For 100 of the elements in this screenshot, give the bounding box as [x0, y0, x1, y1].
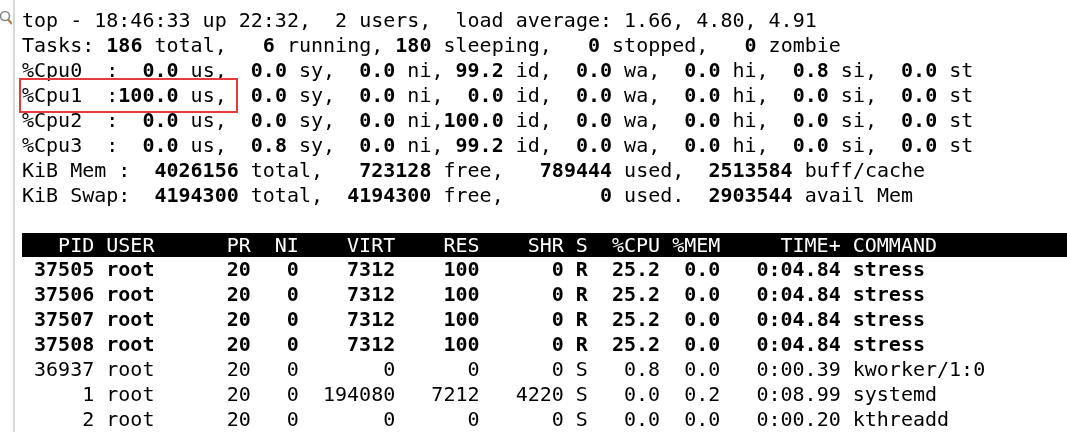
table-cell: 0:04.84: [756, 257, 841, 281]
table-cell: 7312: [347, 332, 396, 356]
table-cell: 4220: [515, 382, 564, 406]
summary-line: %Cpu0 : 0.0 us, 0.0 sy, 0.0 ni, 99.2 id, 0.0 wa, 0.0 hi, 0.8 si, 0.0 st: [22, 58, 974, 82]
column-header: TIME+: [780, 233, 841, 257]
table-cell: 20: [226, 332, 251, 356]
table-cell: 0: [551, 257, 564, 281]
table-cell: stress: [852, 282, 925, 306]
table-cell: 25.2: [611, 307, 661, 331]
table-cell: 0.0: [684, 282, 721, 306]
table-cell: R: [575, 332, 588, 356]
table-cell: 0.0: [684, 332, 721, 356]
table-cell: 194080: [323, 382, 396, 406]
table-cell: 0: [286, 332, 299, 356]
table-cell: 25.2: [611, 332, 661, 356]
table-cell: 0: [467, 357, 480, 381]
table-cell: 1: [82, 382, 95, 406]
table-cell: 0: [551, 407, 564, 431]
table-cell: 0: [551, 332, 564, 356]
table-cell: kworker/1:0: [852, 357, 986, 381]
column-header: PID: [58, 233, 95, 257]
table-cell: 7312: [347, 307, 396, 331]
table-cell: root: [106, 382, 155, 406]
table-cell: 0.8: [624, 357, 661, 381]
search-icon[interactable]: [0, 10, 12, 26]
table-cell: 25.2: [611, 282, 661, 306]
table-cell: 37508: [34, 332, 95, 356]
table-cell: root: [106, 282, 155, 306]
table-cell: 20: [226, 282, 251, 306]
summary-line: %Cpu2 : 0.0 us, 0.0 sy, 0.0 ni,100.0 id, 0.0 wa, 0.0 hi, 0.0 si, 0.0 st: [22, 108, 974, 132]
table-cell: 2: [82, 407, 95, 431]
summary-line: KiB Swap: 4194300 total, 4194300 free, 0 used. 2903544 avail Mem: [22, 183, 914, 207]
table-cell: root: [106, 407, 155, 431]
column-header: NI: [274, 233, 299, 257]
table-cell: 0:00.20: [756, 407, 841, 431]
table-cell: 36937: [34, 357, 95, 381]
column-header: %CPU: [611, 233, 661, 257]
table-cell: 20: [226, 357, 251, 381]
table-cell: 100: [443, 307, 480, 331]
table-cell: 7312: [347, 257, 396, 281]
table-cell: 37507: [34, 307, 95, 331]
column-header: SHR: [527, 233, 564, 257]
table-cell: 0: [551, 282, 564, 306]
table-cell: root: [106, 307, 155, 331]
table-cell: systemd: [852, 382, 938, 406]
uptime-line: top - 18:46:33 up 22:32, 2 users, load average: 1.66, 4.80, 4.91: [22, 8, 817, 32]
table-cell: 7212: [431, 382, 480, 406]
table-cell: 0.0: [684, 307, 721, 331]
table-cell: 0: [383, 357, 396, 381]
summary-line: %Cpu3 : 0.0 us, 0.8 sy, 0.0 ni, 99.2 id, 0.0 wa, 0.0 hi, 0.0 si, 0.0 st: [22, 133, 974, 157]
table-cell: 0.0: [684, 407, 721, 431]
column-header: S: [575, 233, 588, 257]
table-cell: 0:04.84: [756, 332, 841, 356]
table-cell: 20: [226, 382, 251, 406]
table-cell: stress: [852, 257, 925, 281]
table-cell: 0.0: [624, 382, 661, 406]
table-cell: S: [575, 382, 588, 406]
table-cell: 0.0: [624, 407, 661, 431]
table-cell: 20: [226, 407, 251, 431]
table-cell: stress: [852, 332, 925, 356]
table-cell: 20: [226, 257, 251, 281]
table-cell: 0: [467, 407, 480, 431]
table-cell: 0: [286, 282, 299, 306]
table-cell: 0: [286, 382, 299, 406]
table-cell: S: [575, 357, 588, 381]
column-header: %MEM: [672, 233, 721, 257]
table-cell: 0: [286, 407, 299, 431]
table-cell: 0.2: [684, 382, 721, 406]
table-cell: root: [106, 257, 155, 281]
table-cell: R: [575, 307, 588, 331]
table-cell: 0: [286, 357, 299, 381]
summary-line: KiB Mem : 4026156 total, 723128 free, 789444 used, 2513584 buff/cache: [22, 158, 926, 182]
summary-line: %Cpu1 :100.0 us, 0.0 sy, 0.0 ni, 0.0 id, 0.0 wa, 0.0 hi, 0.0 si, 0.0 st: [22, 83, 974, 107]
table-cell: 0.0: [684, 257, 721, 281]
column-header: COMMAND: [852, 233, 938, 257]
column-header: VIRT: [347, 233, 396, 257]
column-header: PR: [226, 233, 251, 257]
table-cell: root: [106, 332, 155, 356]
table-cell: 0:04.84: [756, 282, 841, 306]
table-cell: 0:08.99: [756, 382, 841, 406]
table-cell: 100: [443, 332, 480, 356]
table-cell: root: [106, 357, 155, 381]
table-cell: 0: [286, 307, 299, 331]
table-cell: 25.2: [611, 257, 661, 281]
table-cell: 0.0: [684, 357, 721, 381]
table-cell: 20: [226, 307, 251, 331]
summary-line: Tasks: 186 total, 6 running, 180 sleeping, 0 stopped, 0 zombie: [22, 33, 841, 57]
table-cell: 0: [551, 357, 564, 381]
table-cell: 37505: [34, 257, 95, 281]
table-cell: 0: [286, 257, 299, 281]
table-cell: 0:00.39: [756, 357, 841, 381]
column-header: USER: [106, 233, 155, 257]
column-header: RES: [443, 233, 480, 257]
table-cell: stress: [852, 307, 925, 331]
table-cell: 0:04.84: [756, 307, 841, 331]
table-cell: kthreadd: [852, 407, 950, 431]
table-cell: 0: [383, 407, 396, 431]
table-cell: S: [575, 407, 588, 431]
table-cell: R: [575, 282, 588, 306]
table-cell: 0: [551, 307, 564, 331]
